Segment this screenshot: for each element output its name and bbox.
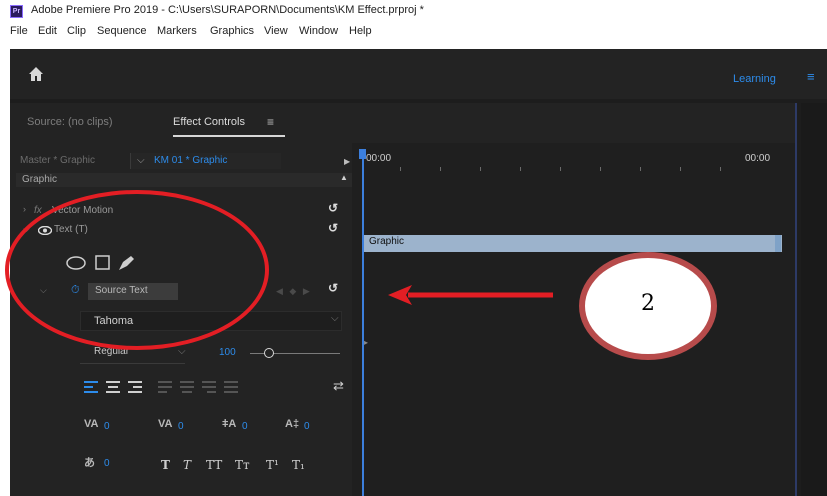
justify-center-icon[interactable] xyxy=(180,381,194,393)
annotation-circle xyxy=(5,190,269,350)
reset-icon[interactable]: ↺ xyxy=(328,281,338,295)
justify-left-icon[interactable] xyxy=(158,381,172,393)
tracking-value[interactable]: 0 xyxy=(178,421,184,432)
superscript-button[interactable]: T¹ xyxy=(266,458,279,472)
baseline-shift-icon[interactable]: A‡ xyxy=(285,418,299,430)
font-size-value[interactable]: 100 xyxy=(219,347,236,358)
ruler-tick xyxy=(560,167,561,171)
faux-bold-button[interactable]: T xyxy=(161,458,170,472)
right-panel xyxy=(801,103,827,496)
small-caps-button[interactable]: Tт xyxy=(235,458,250,472)
window-title: Adobe Premiere Pro 2019 - C:\Users\SURAP… xyxy=(31,4,424,16)
menu-bar: File Edit Clip Sequence Markers Graphics… xyxy=(0,22,827,44)
clip-end-handle[interactable] xyxy=(775,235,781,252)
text-direction-icon[interactable]: ⇄ xyxy=(333,378,344,394)
ruler-tick xyxy=(720,167,721,171)
tsume-icon[interactable]: あ xyxy=(84,454,95,470)
effect-timeline[interactable] xyxy=(352,143,795,496)
callout-number: 2 xyxy=(641,291,655,316)
tsume-value[interactable]: 0 xyxy=(104,458,110,469)
play-icon[interactable]: ▶ xyxy=(344,157,350,166)
reset-icon[interactable]: ↺ xyxy=(328,221,338,235)
menu-sequence[interactable]: Sequence xyxy=(97,25,147,37)
premiere-app-icon: Pr xyxy=(10,5,23,18)
timeline-clip[interactable] xyxy=(364,235,782,252)
timeline-end-time: 00:00 xyxy=(745,153,771,164)
menu-clip[interactable]: Clip xyxy=(67,25,86,37)
align-center-icon[interactable] xyxy=(106,381,120,393)
timeline-clip-label: Graphic xyxy=(369,236,405,247)
master-clip-label[interactable]: Master * Graphic xyxy=(20,155,95,166)
faux-italic-button[interactable]: T xyxy=(183,458,191,472)
workspace-menu-icon[interactable]: ≡ xyxy=(807,69,815,84)
menu-help[interactable]: Help xyxy=(349,25,372,37)
leading-icon[interactable]: ǂA xyxy=(222,418,236,430)
menu-markers[interactable]: Markers xyxy=(157,25,197,37)
tab-effect-controls[interactable]: Effect Controls xyxy=(173,116,245,128)
chevron-down-icon[interactable]: ⌵ xyxy=(137,155,145,166)
ruler-tick xyxy=(480,167,481,171)
ruler-tick xyxy=(520,167,521,171)
clip-name[interactable]: KM 01 * Graphic xyxy=(154,155,227,166)
window-titlebar: Pr Adobe Premiere Pro 2019 - C:\Users\SU… xyxy=(0,0,827,22)
ruler-tick xyxy=(440,167,441,171)
home-icon[interactable] xyxy=(27,65,45,83)
tracking-icon[interactable]: VA xyxy=(158,418,172,430)
collapse-arrow-icon[interactable]: ▲ xyxy=(340,173,348,182)
ruler-tick xyxy=(640,167,641,171)
kerning-value[interactable]: 0 xyxy=(104,421,110,432)
ruler-tick xyxy=(400,167,401,171)
menu-window[interactable]: Window xyxy=(299,25,338,37)
graphic-section-label: Graphic xyxy=(22,174,58,185)
playhead[interactable] xyxy=(362,149,364,496)
graphic-section-header xyxy=(16,173,352,187)
leading-value[interactable]: 0 xyxy=(242,421,248,432)
active-tab-indicator xyxy=(173,135,285,137)
align-right-icon[interactable] xyxy=(128,381,142,393)
subscript-button[interactable]: T₁ xyxy=(292,458,305,472)
align-left-icon[interactable] xyxy=(84,381,98,393)
font-size-slider-knob[interactable] xyxy=(264,348,274,358)
keyframe-navigator-icon[interactable]: ◀ ◆ ▶ xyxy=(276,286,312,297)
all-caps-button[interactable]: TT xyxy=(206,458,222,472)
learning-workspace-tab[interactable]: Learning xyxy=(733,73,776,85)
menu-view[interactable]: View xyxy=(264,25,288,37)
timeline-start-time: 00:00 xyxy=(366,153,392,164)
tab-source[interactable]: Source: (no clips) xyxy=(27,116,113,128)
menu-edit[interactable]: Edit xyxy=(38,25,57,37)
chevron-down-icon[interactable]: ⌵ xyxy=(178,346,186,357)
twirl-right-icon[interactable]: › xyxy=(23,204,26,214)
keyframe-marker-icon: ▸ xyxy=(364,338,369,347)
kerning-icon[interactable]: VA xyxy=(84,418,98,430)
ruler-tick xyxy=(680,167,681,171)
panel-menu-icon[interactable]: ≡ xyxy=(267,115,274,129)
justify-all-icon[interactable] xyxy=(224,381,238,393)
header-bar: Learning ≡ xyxy=(10,49,827,99)
menu-file[interactable]: File xyxy=(10,25,28,37)
chevron-down-icon[interactable]: ⌵ xyxy=(331,313,339,324)
justify-right-icon[interactable] xyxy=(202,381,216,393)
annotation-arrow xyxy=(388,285,553,305)
ruler-tick xyxy=(600,167,601,171)
reset-icon[interactable]: ↺ xyxy=(328,201,338,215)
baseline-shift-value[interactable]: 0 xyxy=(304,421,310,432)
menu-graphics[interactable]: Graphics xyxy=(210,25,254,37)
